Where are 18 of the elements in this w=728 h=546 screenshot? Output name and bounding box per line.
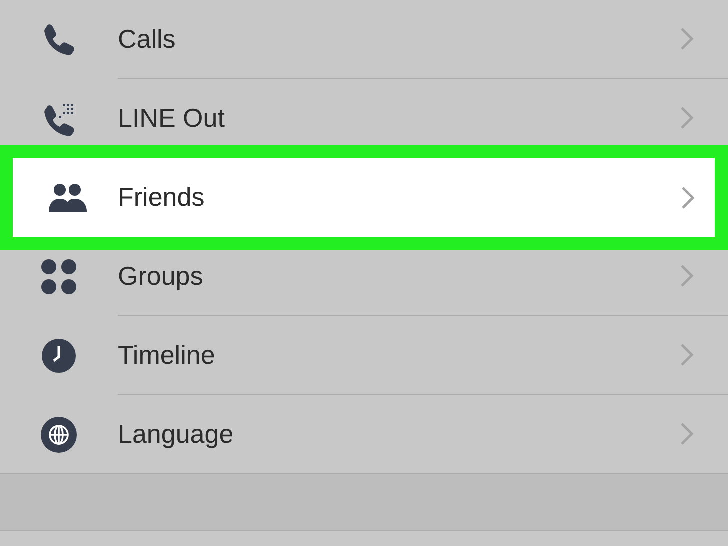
menu-label: Timeline <box>118 338 216 372</box>
menu-label: Friends <box>118 181 205 214</box>
menu-item[interactable]: Friends <box>0 145 728 250</box>
menu-item[interactable]: Calls <box>0 0 728 79</box>
four-dots-icon <box>39 256 79 296</box>
globe-icon <box>39 414 79 454</box>
chevron-right-icon <box>680 27 694 51</box>
menu-item[interactable]: Groups <box>0 250 728 316</box>
chevron-right-icon <box>680 264 694 288</box>
menu-label: Language <box>118 418 234 450</box>
menu-item[interactable]: Timeline <box>0 316 728 395</box>
chevron-right-icon <box>681 186 695 210</box>
menu-label: LINE Out <box>118 102 225 134</box>
chevron-right-icon <box>680 343 694 367</box>
menu-label: Calls <box>118 22 176 56</box>
menu-label: Groups <box>118 260 204 292</box>
chevron-right-icon <box>680 106 694 130</box>
chevron-right-icon <box>680 422 694 446</box>
